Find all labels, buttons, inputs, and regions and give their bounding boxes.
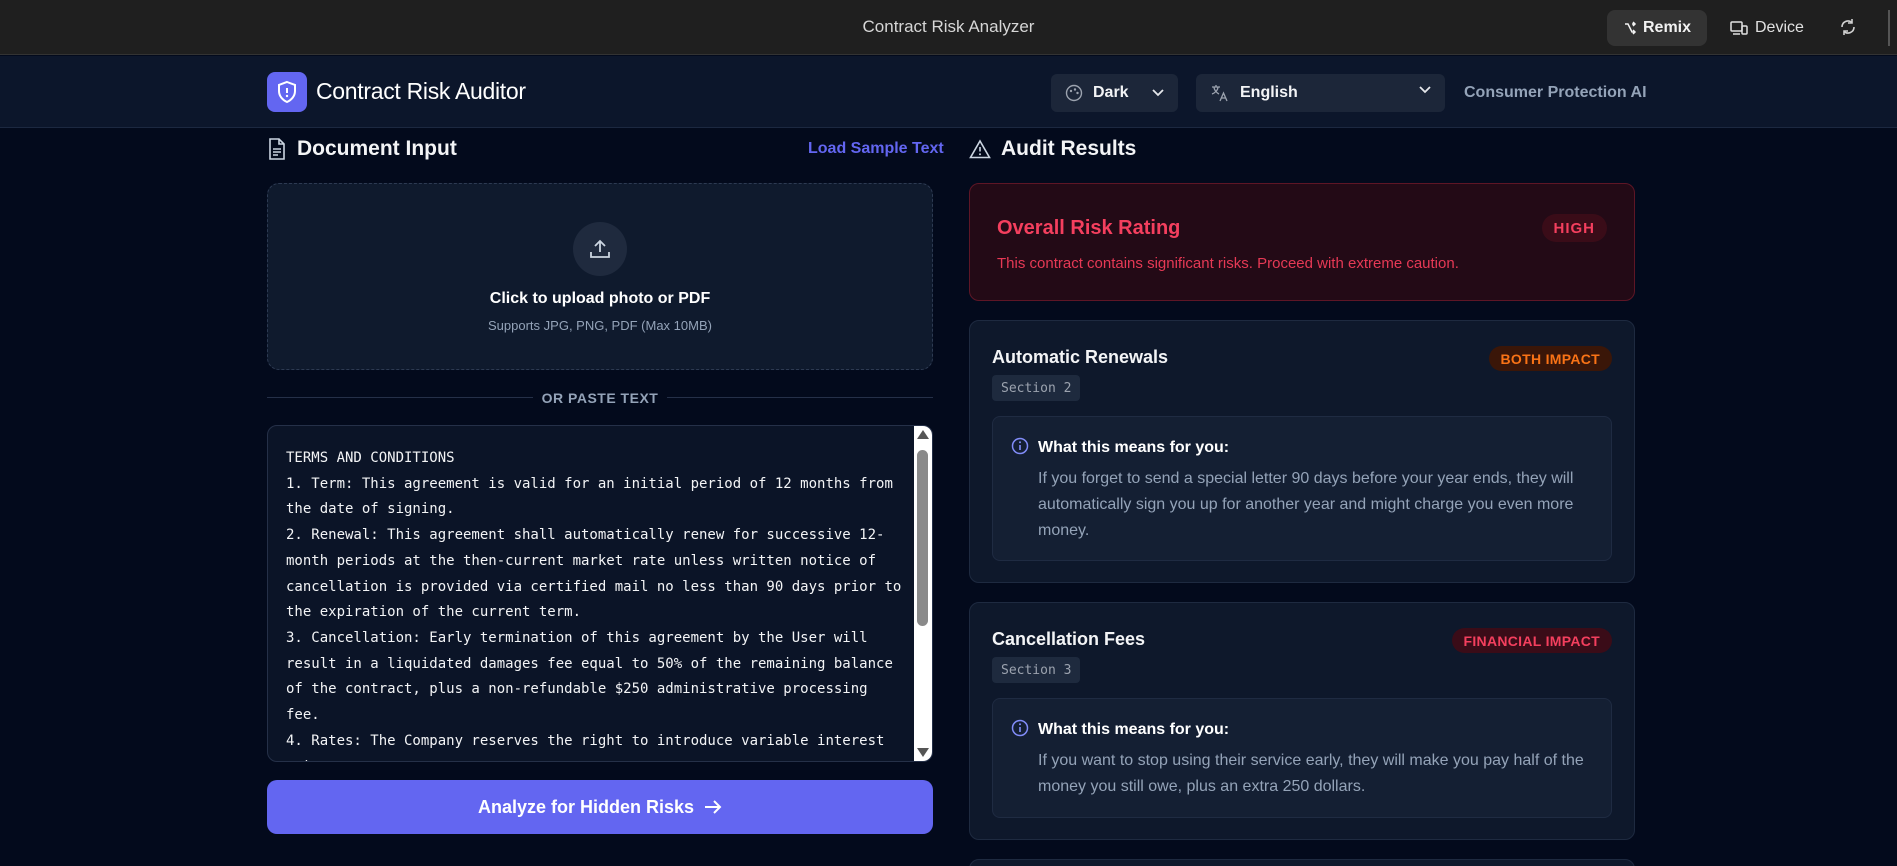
section-chip: Section 3 xyxy=(992,657,1081,683)
refresh-icon[interactable] xyxy=(1838,17,1858,37)
arrow-right-icon xyxy=(705,800,722,814)
finding-card: Automatic Renewals BOTH IMPACT Section 2… xyxy=(969,320,1635,583)
upload-dropzone[interactable]: Click to upload photo or PDF Supports JP… xyxy=(267,183,933,370)
risk-level-badge: HIGH xyxy=(1541,214,1607,242)
explanation-heading: What this means for you: xyxy=(1038,439,1230,456)
upload-subtitle: Supports JPG, PNG, PDF (Max 10MB) xyxy=(488,318,712,333)
impact-badge: BOTH IMPACT xyxy=(1488,346,1612,371)
finding-title: Automatic Renewals xyxy=(992,347,1169,367)
scroll-up-arrow-icon[interactable] xyxy=(917,430,929,439)
device-icon xyxy=(1730,21,1748,35)
overall-risk-description: This contract contains significant risks… xyxy=(997,255,1459,272)
language-select[interactable]: English xyxy=(1196,74,1445,112)
remix-button[interactable]: Remix xyxy=(1607,10,1707,46)
explanation-heading: What this means for you: xyxy=(1038,721,1230,738)
explanation-text: If you forget to send a special letter 9… xyxy=(1038,470,1574,539)
audit-results-heading: Audit Results xyxy=(969,137,1136,161)
remix-label: Remix xyxy=(1642,19,1692,36)
contract-textarea[interactable]: TERMS AND CONDITIONS 1. Term: This agree… xyxy=(267,425,933,762)
theme-value: Dark xyxy=(1093,84,1129,101)
app-header: Contract Risk Auditor Dark English Consu… xyxy=(0,56,1897,128)
header-tagline: Consumer Protection AI xyxy=(1464,84,1647,101)
upload-title: Click to upload photo or PDF xyxy=(489,290,711,307)
palette-icon xyxy=(1065,84,1083,102)
document-input-title: Document Input xyxy=(297,137,457,160)
scroll-thumb[interactable] xyxy=(917,450,928,626)
app-title: Contract Risk Auditor xyxy=(316,78,526,104)
info-icon xyxy=(1011,719,1029,737)
theme-select[interactable]: Dark xyxy=(1051,74,1178,112)
explanation-box: What this means for you: If you forget t… xyxy=(992,416,1612,561)
load-sample-link[interactable]: Load Sample Text xyxy=(808,140,944,158)
remix-icon xyxy=(1624,21,1637,35)
audit-results-title: Audit Results xyxy=(1001,137,1137,160)
impact-badge: FINANCIAL IMPACT xyxy=(1451,628,1612,653)
warning-icon xyxy=(969,139,991,159)
finding-card-partial xyxy=(969,859,1635,866)
upload-icon xyxy=(573,222,627,276)
toolbar-divider xyxy=(1888,10,1890,46)
translate-icon xyxy=(1211,85,1228,102)
device-label: Device xyxy=(1755,19,1804,36)
explanation-box: What this means for you: If you want to … xyxy=(992,698,1612,818)
overall-risk-title: Overall Risk Rating xyxy=(997,217,1181,239)
chevron-down-icon xyxy=(1152,89,1164,97)
document-icon xyxy=(269,138,285,160)
finding-title: Cancellation Fees xyxy=(992,629,1146,649)
textarea-scrollbar[interactable] xyxy=(914,426,932,761)
section-chip: Section 2 xyxy=(992,375,1081,401)
top-bar: Contract Risk Analyzer Remix Device xyxy=(0,0,1897,55)
language-value: English xyxy=(1240,84,1298,101)
analyze-button[interactable]: Analyze for Hidden Risks xyxy=(267,780,933,834)
contract-text[interactable]: TERMS AND CONDITIONS 1. Term: This agree… xyxy=(286,446,906,761)
info-icon xyxy=(1011,437,1029,455)
explanation-text: If you want to stop using their service … xyxy=(1038,752,1584,795)
analyze-label: Analyze for Hidden Risks xyxy=(477,796,695,817)
overall-risk-card: Overall Risk Rating HIGH This contract c… xyxy=(969,183,1635,301)
scroll-down-arrow-icon[interactable] xyxy=(917,748,929,757)
shield-logo-icon xyxy=(267,72,307,112)
device-button[interactable]: Device xyxy=(1730,10,1804,46)
chevron-down-icon xyxy=(1419,86,1431,94)
document-input-heading: Document Input xyxy=(267,137,457,161)
finding-card: Cancellation Fees FINANCIAL IMPACT Secti… xyxy=(969,602,1635,840)
